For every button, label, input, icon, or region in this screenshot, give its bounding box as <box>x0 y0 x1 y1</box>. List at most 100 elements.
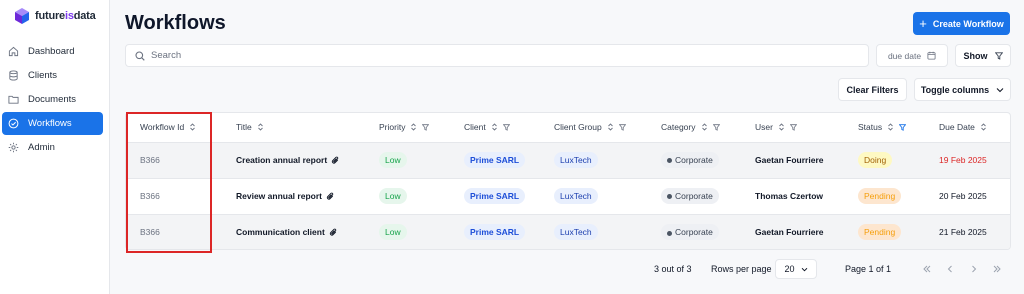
client-group-badge: LuxTech <box>554 188 598 204</box>
status-badge: Pending <box>858 224 902 241</box>
check-circle-icon <box>8 118 19 129</box>
chevron-down-icon <box>996 87 1004 92</box>
filter-icon[interactable] <box>712 124 720 131</box>
filter-icon[interactable] <box>422 124 430 131</box>
cell-status: Pending <box>844 214 925 249</box>
row-count: 3 out of 3 <box>654 264 692 274</box>
pagination-bar: 3 out of 3 Rows per page 20 Page 1 of 1 <box>110 259 1024 279</box>
chevrons-right-icon <box>993 265 1001 273</box>
client-group-badge: LuxTech <box>554 224 598 241</box>
sort-icon <box>779 123 784 131</box>
create-workflow-button[interactable]: + Create Workflow <box>913 12 1010 35</box>
sort-icon <box>257 123 263 131</box>
col-header-priority[interactable]: Priority <box>365 113 450 142</box>
status-badge: Doing <box>858 152 893 168</box>
search-input[interactable] <box>151 50 841 61</box>
cell-workflow-id: B366 <box>140 191 160 201</box>
calendar-icon <box>927 51 936 60</box>
sidebar-item-dashboard[interactable]: Dashboard <box>2 40 103 63</box>
chevron-right-icon <box>972 265 977 273</box>
sidebar-item-label: Clients <box>28 70 58 81</box>
page-info: Page 1 of 1 <box>845 264 892 274</box>
gear-icon <box>8 142 19 153</box>
search-bar[interactable] <box>125 44 869 67</box>
search-icon <box>135 50 145 61</box>
cell-status: Doing <box>844 142 925 178</box>
cell-due-date: 21 Feb 2025 <box>939 227 987 238</box>
sort-icon <box>888 123 893 131</box>
paperclip-icon[interactable] <box>331 156 340 165</box>
due-date-label: due date <box>887 50 922 61</box>
next-page-button[interactable] <box>967 262 981 276</box>
sidebar-item-clients[interactable]: Clients <box>2 64 103 87</box>
col-header-client-group[interactable]: Client Group <box>540 113 647 142</box>
cell-status: Pending <box>844 178 925 214</box>
brand-name: futureisdata <box>35 10 96 22</box>
cell-category: Corporate <box>647 214 741 249</box>
plus-icon: + <box>919 16 927 31</box>
main-content: Workflows + Create Workflow due date Sho… <box>110 0 1024 294</box>
toggle-columns-button[interactable]: Toggle columns <box>914 78 1011 101</box>
client-group-badge: LuxTech <box>554 152 598 168</box>
filter-icon[interactable] <box>618 124 626 131</box>
col-header-workflow-id[interactable]: Workflow Id <box>126 113 222 142</box>
cube-logo-icon <box>15 8 29 24</box>
sidebar-item-label: Workflows <box>28 118 72 129</box>
table-row[interactable]: B366 Review annual report Low Prime SARL… <box>126 178 1010 214</box>
cell-client-group: LuxTech <box>540 178 647 214</box>
col-header-category[interactable]: Category <box>647 113 741 142</box>
sort-icon <box>491 123 497 131</box>
cell-priority: Low <box>365 214 450 249</box>
paperclip-icon[interactable] <box>329 228 338 237</box>
first-page-button[interactable] <box>920 262 934 276</box>
table-row[interactable]: B366 Communication client Low Prime SARL… <box>126 214 1010 249</box>
filter-icon[interactable] <box>502 124 510 131</box>
cell-priority: Low <box>365 142 450 178</box>
cell-client-group: LuxTech <box>540 142 647 178</box>
due-date-filter[interactable]: due date <box>876 44 948 67</box>
col-header-due-date[interactable]: Due Date <box>925 113 1010 142</box>
cell-client: Prime SARL <box>450 178 540 214</box>
chevron-left-icon <box>947 265 952 273</box>
category-badge: Corporate <box>661 152 719 168</box>
paperclip-icon[interactable] <box>326 192 335 201</box>
client-badge: Prime SARL <box>464 188 526 204</box>
last-page-button[interactable] <box>990 262 1004 276</box>
sidebar-item-documents[interactable]: Documents <box>2 88 103 111</box>
folder-icon <box>8 95 19 104</box>
rows-per-page-value: 20 <box>784 264 795 274</box>
col-header-user[interactable]: User <box>741 113 844 142</box>
chevron-down-icon <box>801 267 807 271</box>
cell-user: Thomas Czertow <box>755 191 824 201</box>
clear-filters-button[interactable]: Clear Filters <box>838 78 907 101</box>
cell-title: Communication client <box>222 214 365 249</box>
chevrons-left-icon <box>923 265 931 273</box>
sidebar-item-admin[interactable]: Admin <box>2 136 103 159</box>
priority-badge: Low <box>379 188 407 204</box>
sort-icon <box>190 123 196 131</box>
cell-user: Gaetan Fourriere <box>755 227 824 238</box>
category-dot-icon <box>667 158 672 164</box>
filter-icon[interactable] <box>789 124 797 131</box>
home-icon <box>8 46 19 57</box>
sort-icon <box>701 123 707 131</box>
sort-icon <box>607 123 613 131</box>
cell-client: Prime SARL <box>450 214 540 249</box>
category-badge: Corporate <box>661 188 719 204</box>
rows-per-page-select[interactable]: 20 <box>775 259 817 279</box>
table-row[interactable]: B366 Creation annual report Low Prime SA… <box>126 142 1010 178</box>
brand-logo[interactable]: futureisdata <box>14 7 96 25</box>
col-header-client[interactable]: Client <box>450 113 540 142</box>
workflows-table: Workflow Id Title Priority Client Client… <box>125 112 1011 250</box>
page-title: Workflows <box>125 12 226 34</box>
filter-active-icon[interactable] <box>899 124 907 131</box>
category-badge: Corporate <box>661 224 719 241</box>
prev-page-button[interactable] <box>943 262 957 276</box>
col-header-status[interactable]: Status <box>844 113 925 142</box>
category-dot-icon <box>667 230 672 236</box>
sidebar-item-workflows[interactable]: Workflows <box>2 112 103 135</box>
show-button[interactable]: Show <box>955 44 1011 67</box>
category-dot-icon <box>667 194 672 200</box>
col-header-title[interactable]: Title <box>222 113 365 142</box>
filter-icon <box>994 51 1003 60</box>
